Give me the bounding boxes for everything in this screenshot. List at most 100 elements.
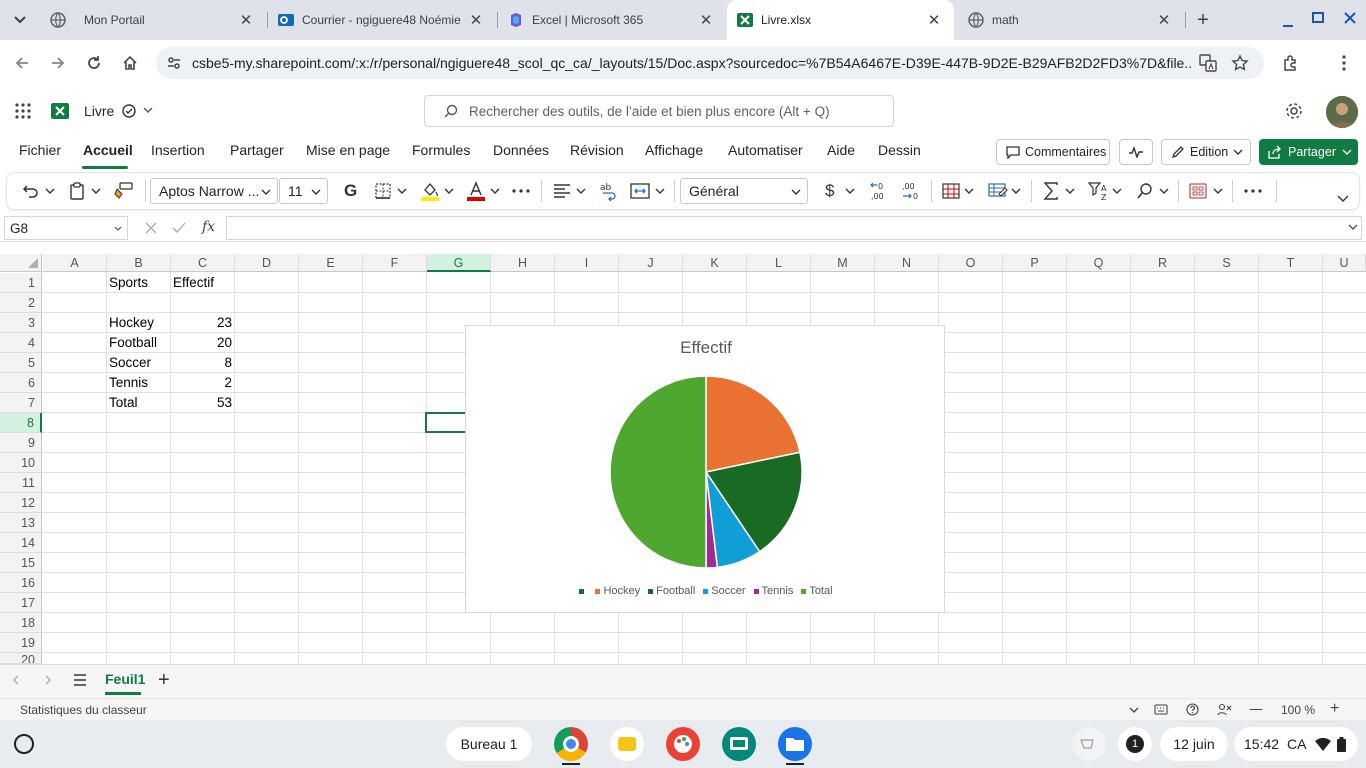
pie-chart[interactable]: Effectif Hockey Football Soccer Tennis Total <box>465 325 945 613</box>
chevron-down-icon[interactable] <box>444 181 454 201</box>
workbook-statistics-link[interactable]: Statistiques du classeur <box>20 703 147 717</box>
chevron-down-icon[interactable] <box>143 106 153 114</box>
chevron-down-icon[interactable] <box>845 181 855 201</box>
next-sheet-chevron-icon[interactable] <box>42 674 54 686</box>
status-tray[interactable]: 15:42 CA <box>1234 727 1358 761</box>
column-header-b[interactable]: B <box>107 254 171 272</box>
column-header-k[interactable]: K <box>683 254 747 272</box>
minimize-icon[interactable] <box>1276 8 1300 32</box>
column-header-f[interactable]: F <box>363 254 427 272</box>
app-icon-yellow[interactable] <box>610 727 644 761</box>
row-header-3[interactable]: 3 <box>0 313 42 333</box>
row-header-16[interactable]: 16 <box>0 573 42 593</box>
prev-sheet-chevron-icon[interactable] <box>10 674 22 686</box>
expand-ribbon-chevron-icon[interactable] <box>1337 188 1349 208</box>
cell-c3[interactable]: 23 <box>171 313 235 333</box>
column-header-i[interactable]: I <box>555 254 619 272</box>
undo-icon[interactable] <box>22 181 40 201</box>
column-header-h[interactable]: H <box>491 254 555 272</box>
column-header-s[interactable]: S <box>1195 254 1259 272</box>
name-box[interactable]: G8 <box>4 216 128 240</box>
files-folder-icon[interactable] <box>778 727 812 761</box>
chevron-down-icon[interactable] <box>576 181 586 201</box>
align-icon[interactable] <box>553 181 571 201</box>
chevron-down-icon[interactable] <box>91 181 101 201</box>
row-header-15[interactable]: 15 <box>0 553 42 573</box>
chevron-down-icon[interactable] <box>45 181 55 201</box>
add-sheet-plus-icon[interactable]: + <box>158 670 170 690</box>
chevron-down-icon[interactable] <box>964 181 974 201</box>
activity-button[interactable] <box>1119 139 1153 165</box>
row-header-5[interactable]: 5 <box>0 353 42 373</box>
legend-item-hockey[interactable]: Hockey <box>595 585 640 597</box>
cancel-formula-icon[interactable] <box>144 221 158 235</box>
cell-b6[interactable]: Tennis <box>109 373 148 393</box>
zoom-in-icon[interactable]: + <box>1330 700 1339 718</box>
cell-b3[interactable]: Hockey <box>109 313 154 333</box>
menu-revision[interactable]: Révision <box>570 142 624 158</box>
row-header-2[interactable]: 2 <box>0 293 42 313</box>
tab-excel-365[interactable]: Excel | Microsoft 365 ✕ <box>498 0 726 40</box>
row-header-9[interactable]: 9 <box>0 433 42 453</box>
document-title[interactable]: Livre <box>84 103 114 119</box>
column-header-j[interactable]: J <box>619 254 683 272</box>
accessibility-icon[interactable] <box>1217 703 1232 716</box>
row-header-11[interactable]: 11 <box>0 473 42 493</box>
menu-accueil[interactable]: Accueil <box>83 142 133 158</box>
chevron-down-icon[interactable] <box>490 181 500 201</box>
format-table-icon[interactable] <box>987 181 1009 201</box>
column-header-u[interactable]: U <box>1323 254 1366 272</box>
column-header-q[interactable]: Q <box>1067 254 1131 272</box>
translate-icon[interactable] <box>1196 51 1220 75</box>
chevron-down-icon[interactable] <box>1129 706 1139 714</box>
column-header-e[interactable]: E <box>299 254 363 272</box>
cell-c5[interactable]: 8 <box>171 353 235 373</box>
help-icon[interactable] <box>1186 703 1199 716</box>
chevron-down-icon[interactable] <box>1011 181 1021 201</box>
row-header-1[interactable]: 1 <box>0 273 42 293</box>
chevron-down-icon[interactable] <box>1112 181 1122 201</box>
more-options-icon[interactable] <box>1244 181 1262 201</box>
more-font-options-icon[interactable] <box>512 181 530 201</box>
menu-fichier[interactable]: Fichier <box>19 142 61 158</box>
column-header-o[interactable]: O <box>939 254 1003 272</box>
conditional-format-icon[interactable] <box>941 181 961 201</box>
close-icon[interactable]: ✕ <box>698 12 714 29</box>
reload-icon[interactable] <box>82 51 106 75</box>
window-close-icon[interactable] <box>1338 6 1362 30</box>
borders-icon[interactable] <box>374 181 392 201</box>
close-icon[interactable]: ✕ <box>238 12 254 29</box>
number-format-select[interactable]: Général <box>680 178 808 204</box>
desk-switcher[interactable]: Bureau 1 <box>446 727 532 761</box>
row-header-13[interactable]: 13 <box>0 513 42 533</box>
menu-affichage[interactable]: Affichage <box>645 142 703 158</box>
select-all-corner[interactable] <box>0 254 42 272</box>
menu-aide[interactable]: Aide <box>827 142 855 158</box>
menu-insertion[interactable]: Insertion <box>151 142 205 158</box>
column-header-r[interactable]: R <box>1131 254 1195 272</box>
confirm-formula-icon[interactable] <box>172 221 186 235</box>
autosave-status-icon[interactable] <box>121 103 139 119</box>
restore-icon[interactable] <box>1306 6 1330 30</box>
url-text[interactable]: csbe5-my.sharepoint.com/:x:/r/personal/n… <box>192 55 1192 71</box>
format-painter-icon[interactable] <box>114 181 134 201</box>
chrome-icon[interactable] <box>554 727 588 761</box>
legend-item-blank[interactable] <box>579 585 587 597</box>
bookmark-star-icon[interactable] <box>1228 51 1252 75</box>
row-header-12[interactable]: 12 <box>0 493 42 513</box>
column-header-c[interactable]: C <box>171 254 235 272</box>
column-header-g[interactable]: G <box>427 254 491 272</box>
avatar[interactable] <box>1326 96 1358 128</box>
legend-item-total[interactable]: Total <box>801 585 833 597</box>
menu-dessin[interactable]: Dessin <box>878 142 921 158</box>
back-arrow-icon[interactable] <box>10 51 34 75</box>
font-name-select[interactable]: Aptos Narrow ... <box>150 178 278 204</box>
menu-automatiser[interactable]: Automatiser <box>728 142 803 158</box>
share-button[interactable]: Partager <box>1259 139 1358 165</box>
sort-filter-icon[interactable]: AZ <box>1088 181 1110 201</box>
extensions-icon[interactable] <box>1279 51 1303 75</box>
menu-donnees[interactable]: Données <box>493 142 549 158</box>
row-header-10[interactable]: 10 <box>0 453 42 473</box>
sum-icon[interactable] <box>1043 181 1059 201</box>
home-icon[interactable] <box>118 51 142 75</box>
